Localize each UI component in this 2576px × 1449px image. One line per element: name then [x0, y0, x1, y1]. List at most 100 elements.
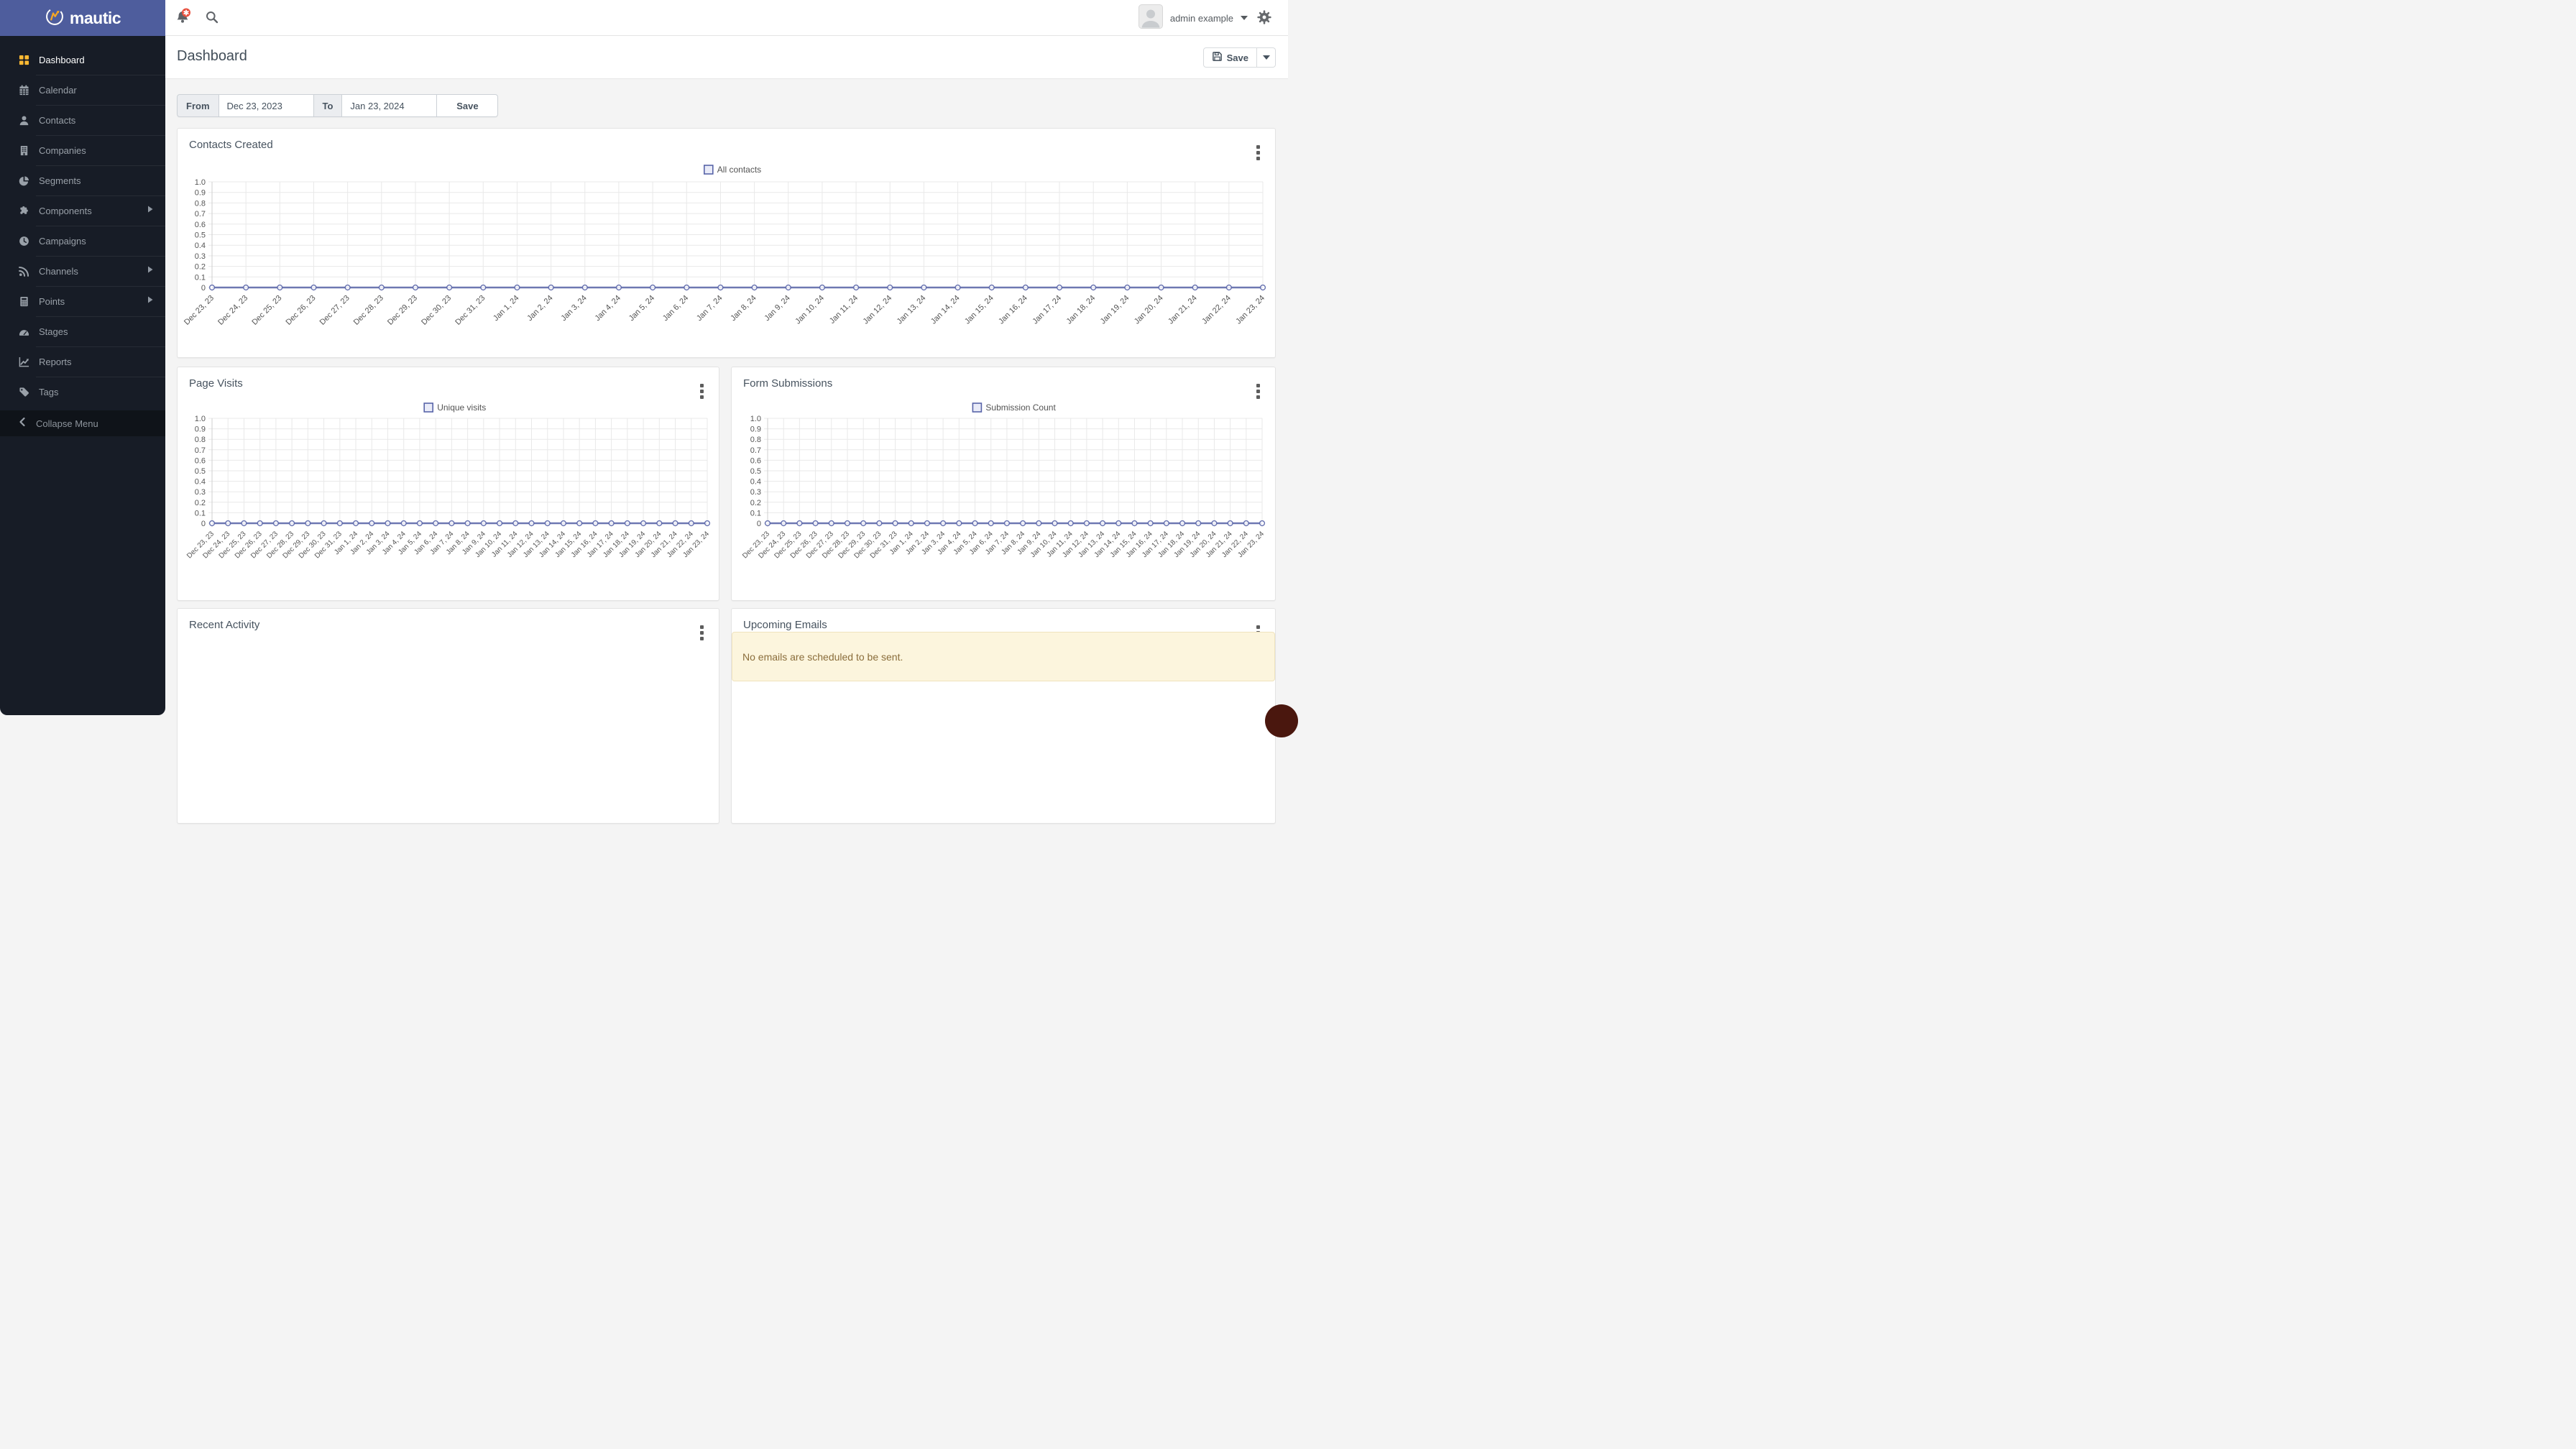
svg-text:Jan 5, 24: Jan 5, 24	[627, 294, 656, 323]
svg-text:Jan 18, 24: Jan 18, 24	[1065, 294, 1098, 326]
svg-text:Jan 10, 24: Jan 10, 24	[794, 294, 826, 326]
mautic-logo[interactable]: mautic	[0, 0, 165, 36]
mautic-logo-text: mautic	[69, 8, 121, 27]
kebab-menu-icon[interactable]	[1251, 377, 1265, 394]
sidebar-item-label: Reports	[39, 356, 72, 367]
svg-text:0.1: 0.1	[195, 273, 206, 282]
date-from-input[interactable]	[218, 94, 314, 117]
svg-text:Jan 16, 24: Jan 16, 24	[997, 294, 1029, 326]
svg-text:Dec 30, 23: Dec 30, 23	[420, 294, 453, 327]
notifications-button[interactable]	[171, 0, 196, 36]
panel-upcoming-emails: Upcoming Emails No emails are scheduled …	[731, 608, 1276, 824]
date-range-filter: From To Save	[177, 94, 499, 117]
panel-title: Page Visits	[189, 377, 243, 390]
sidebar-item-campaigns[interactable]: Campaigns	[0, 226, 165, 256]
chart-svg: 1.0 0.90.8 0.7 0.6 0.5 0.4 0.3 0.20.1 0Dec 23, 2…	[183, 165, 1266, 327]
tag-icon	[18, 387, 29, 397]
user-icon	[18, 115, 29, 126]
kebab-menu-icon[interactable]	[694, 618, 709, 635]
svg-text:0.8: 0.8	[195, 436, 206, 444]
svg-text:0.4: 0.4	[195, 478, 206, 487]
svg-text:Jan 15, 24: Jan 15, 24	[963, 294, 995, 326]
sidebar-item-contacts[interactable]: Contacts	[0, 105, 165, 135]
svg-text:1.0: 1.0	[195, 178, 206, 187]
panel-title: Form Submissions	[743, 377, 833, 390]
save-button-label: Save	[1226, 52, 1248, 63]
sidebar-item-label: Points	[39, 295, 65, 307]
sidebar-item-points[interactable]: Points	[0, 286, 165, 316]
sidebar-item-stages[interactable]: Stages	[0, 316, 165, 346]
no-emails-alert-text: No emails are scheduled to be sent.	[742, 650, 903, 663]
save-button[interactable]: Save	[1202, 47, 1257, 68]
chevron-left-icon	[18, 417, 27, 431]
svg-text:Jan 23, 24: Jan 23, 24	[1234, 294, 1266, 326]
svg-text:Dec 28, 23: Dec 28, 23	[352, 294, 385, 327]
sidebar-item-label: Companies	[39, 144, 86, 156]
svg-text:0.3: 0.3	[195, 488, 206, 497]
svg-text:Jan 13, 24: Jan 13, 24	[896, 294, 928, 326]
svg-text:0.7: 0.7	[195, 210, 206, 218]
sidebar-item-calendar[interactable]: Calendar	[0, 75, 165, 105]
sidebar-item-segments[interactable]: Segments	[0, 165, 165, 196]
gauge-icon	[18, 326, 29, 337]
svg-text:Jan 2, 24: Jan 2, 24	[525, 294, 554, 323]
settings-button[interactable]	[1252, 0, 1276, 36]
panel-title: Contacts Created	[189, 139, 273, 151]
mautic-logo-icon	[45, 6, 65, 30]
sidebar-item-channels[interactable]: Channels	[0, 256, 165, 286]
no-emails-alert: No emails are scheduled to be sent.	[732, 632, 1275, 681]
sidebar-item-components[interactable]: Components	[0, 196, 165, 226]
svg-text:0.9: 0.9	[195, 426, 206, 434]
date-to-input[interactable]	[342, 94, 438, 117]
sidebar-item-label: Tags	[39, 386, 59, 397]
svg-text:0: 0	[757, 520, 761, 528]
sidebar-item-tags[interactable]: Tags	[0, 377, 165, 407]
svg-text:Dec 24, 23: Dec 24, 23	[216, 294, 249, 327]
svg-text:Unique visits: Unique visits	[437, 402, 486, 413]
svg-text:0.8: 0.8	[750, 436, 761, 444]
svg-text:1.0: 1.0	[750, 415, 761, 423]
sidebar-item-label: Components	[39, 205, 92, 216]
svg-text:0.2: 0.2	[195, 499, 206, 507]
puzzle-icon	[18, 206, 29, 216]
sidebar-item-companies[interactable]: Companies	[0, 135, 165, 165]
svg-text:Jan 22, 24: Jan 22, 24	[1200, 294, 1233, 326]
kebab-menu-icon[interactable]	[1251, 138, 1265, 155]
svg-text:Dec 25, 23: Dec 25, 23	[250, 294, 283, 327]
sidebar-item-label: Channels	[39, 265, 78, 277]
svg-text:Submission Count: Submission Count	[985, 402, 1056, 413]
date-filter-save-button[interactable]: Save	[437, 94, 499, 117]
mautic-dashboard-app: mautic admin example Dashboard Calendar …	[0, 0, 1298, 824]
panel-recent-activity: Recent Activity	[177, 608, 719, 824]
sidebar-item-label: Campaigns	[39, 235, 86, 247]
svg-text:0.5: 0.5	[195, 231, 206, 240]
clock-icon	[18, 236, 29, 247]
panel-form-submissions: Form Submissions 1.0 0.9 0.8 0.7 0.6 0.5 0.4 0.…	[731, 367, 1276, 601]
svg-text:0.1: 0.1	[750, 509, 761, 518]
global-search-button[interactable]	[200, 0, 224, 36]
user-menu[interactable]: admin example	[1138, 0, 1248, 36]
pie-chart-icon	[18, 175, 29, 186]
svg-text:1.0: 1.0	[195, 415, 206, 423]
page-title: Dashboard	[177, 48, 247, 64]
svg-text:0.2: 0.2	[750, 499, 761, 507]
corner-widget-bubble[interactable]	[1265, 704, 1298, 737]
sidebar-item-label: Stages	[39, 326, 68, 337]
chevron-right-icon	[147, 295, 154, 308]
search-icon	[205, 10, 219, 27]
chart-line-icon	[18, 356, 29, 367]
save-dropdown-button[interactable]	[1257, 47, 1276, 68]
kebab-menu-icon[interactable]	[694, 377, 709, 394]
svg-text:Dec 29, 23: Dec 29, 23	[386, 294, 419, 327]
svg-text:Jan 9, 24: Jan 9, 24	[763, 294, 791, 323]
collapse-menu-button[interactable]: Collapse Menu	[0, 410, 165, 436]
chevron-right-icon	[147, 204, 154, 217]
floppy-icon	[1212, 51, 1223, 64]
sidebar-item-dashboard[interactable]: Dashboard	[0, 45, 165, 75]
chevron-down-icon	[1241, 16, 1248, 20]
sidebar-item-reports[interactable]: Reports	[0, 346, 165, 377]
contacts-created-chart: 1.0 0.9 0.8 0.7 0.6 0.5 0.4 0.3 0.2 0.1 0 Dec 23, 2…	[183, 163, 1271, 356]
svg-text:0.6: 0.6	[195, 221, 206, 229]
from-label: From	[177, 94, 219, 117]
svg-text:Dec 27, 23: Dec 27, 23	[318, 294, 351, 327]
